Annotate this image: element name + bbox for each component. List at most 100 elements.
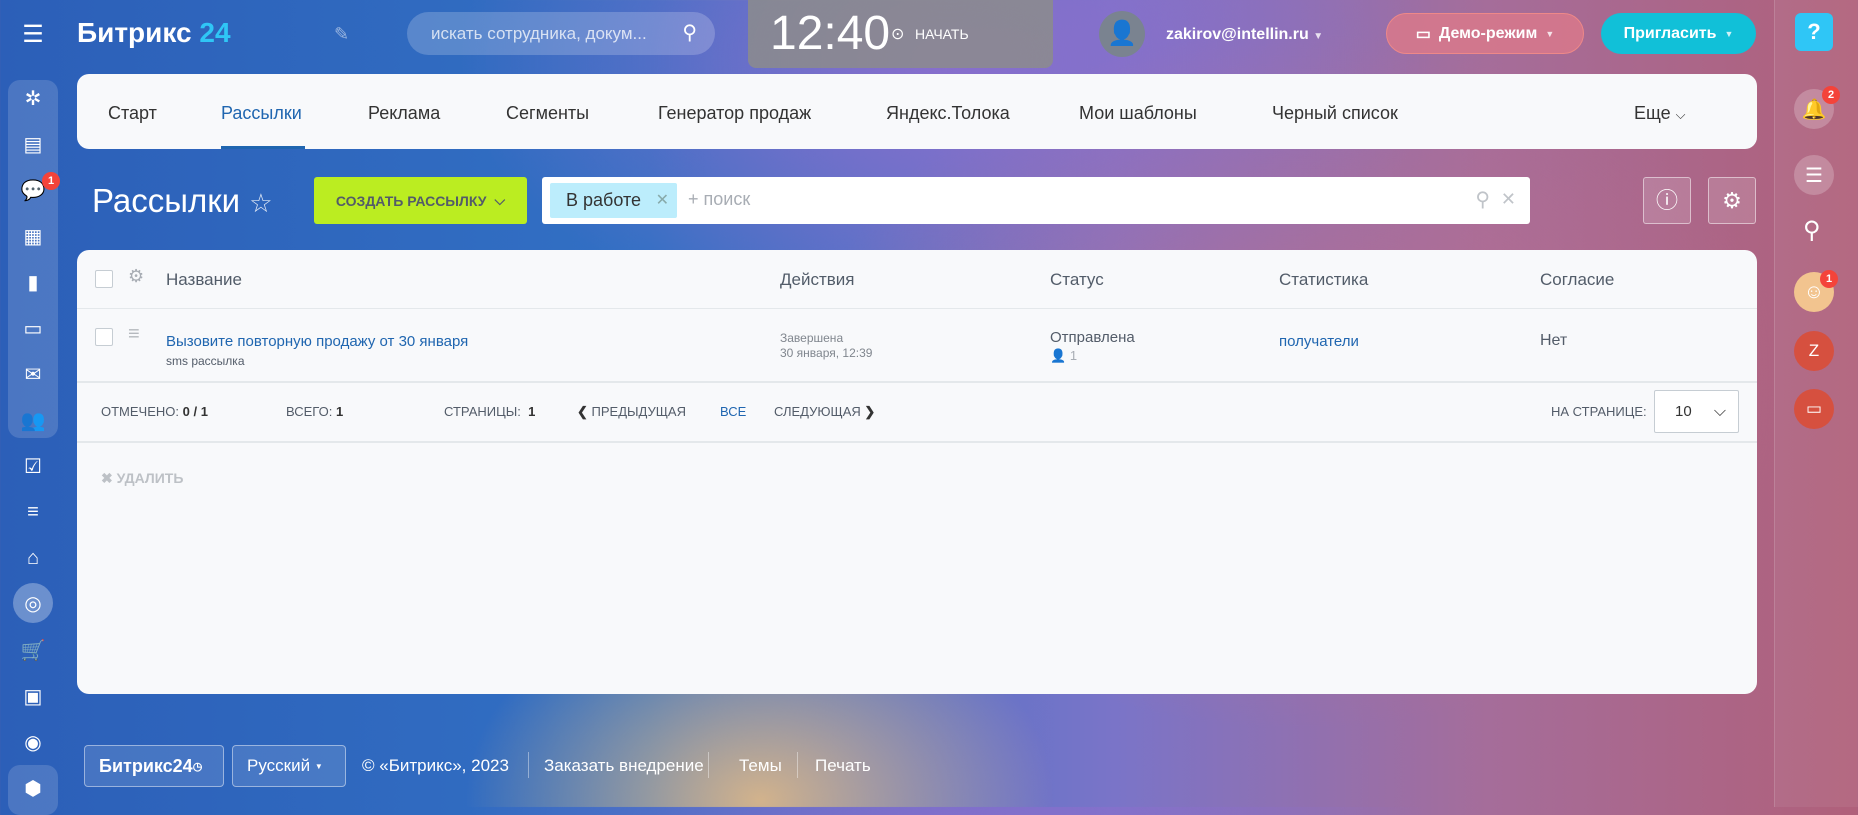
column-header-stats[interactable]: Статистика <box>1279 270 1368 290</box>
tab-ads[interactable]: Реклама <box>368 103 440 124</box>
create-mailing-button[interactable]: СОЗДАТЬ РАССЫЛКУ ⌵ <box>314 177 527 224</box>
demo-mode-button[interactable]: ▭ Демо-режим ▼ <box>1386 13 1584 54</box>
search-icon[interactable]: ⚲ <box>1803 216 1821 245</box>
prev-label: ПРЕДЫДУЩАЯ <box>591 404 686 419</box>
groups-icon[interactable]: 👥 <box>17 404 49 436</box>
search-icon[interactable]: ⚲ <box>1475 187 1490 212</box>
pages-count: СТРАНИЦЫ: 1 <box>444 404 535 419</box>
separator <box>708 752 709 778</box>
search-placeholder: искать сотрудника, докум... <box>431 24 647 43</box>
user-initial-avatar[interactable]: Z <box>1794 331 1834 371</box>
start-workday-button[interactable]: НАЧАТЬ <box>915 26 969 42</box>
clock-mini-icon: ◷ <box>192 760 203 773</box>
user-initial: Z <box>1808 341 1820 360</box>
crm-funnel-icon[interactable]: ≡ <box>17 496 49 528</box>
tasks-board-icon[interactable]: ▤ <box>17 128 49 160</box>
global-search-input[interactable]: искать сотрудника, докум... ⚲ <box>407 12 715 55</box>
messenger-icon[interactable]: ☰ <box>1794 155 1834 195</box>
prev-page-button[interactable]: ❮ ПРЕДЫДУЩАЯ <box>577 404 686 420</box>
tab-segments[interactable]: Сегменты <box>506 103 589 124</box>
all-pages-button[interactable]: ВСЕ <box>720 404 746 419</box>
total-label: ВСЕГО: <box>286 404 333 419</box>
logo[interactable]: Битрикс 24 <box>77 17 231 49</box>
screen-share-icon[interactable]: ▭ <box>1794 389 1834 429</box>
tab-my-templates[interactable]: Мои шаблоны <box>1079 103 1197 124</box>
avatar-badge: 1 <box>1820 270 1838 288</box>
next-page-button[interactable]: СЛЕДУЮЩАЯ ❯ <box>774 404 875 420</box>
work-day-widget[interactable]: 12:40 ⊙ НАЧАТЬ <box>748 0 1053 68</box>
delete-button[interactable]: ✖ УДАЛИТЬ <box>101 470 183 487</box>
copyright: © «Битрикс», 2023 <box>362 756 509 775</box>
mail-icon[interactable]: ✉ <box>17 358 49 390</box>
tab-start[interactable]: Старт <box>108 103 157 124</box>
clear-icon[interactable]: ✕ <box>1501 189 1516 210</box>
clock: 12:40 <box>770 7 891 60</box>
logo-text: Битрикс <box>77 17 192 48</box>
contact-card-icon[interactable]: ▣ <box>17 680 49 712</box>
recipients-count-value: 1 <box>1069 348 1078 363</box>
tab-mailings[interactable]: Рассылки <box>221 103 302 124</box>
chevron-down-icon: ▼ <box>314 761 323 771</box>
row-checkbox[interactable] <box>95 328 113 346</box>
per-page-value: 10 <box>1675 403 1692 420</box>
language-select[interactable]: Русский ▼ <box>232 745 346 787</box>
mailing-name-link[interactable]: Вызовите повторную продажу от 30 января <box>166 333 468 350</box>
print-link[interactable]: Печать <box>815 756 871 776</box>
document-icon[interactable]: ▮ <box>17 266 49 298</box>
edit-pencil-icon[interactable]: ✎ <box>334 24 349 45</box>
pages-label: СТРАНИЦЫ: <box>444 404 521 419</box>
order-implementation-link[interactable]: Заказать внедрение <box>544 756 704 776</box>
remove-tag-icon[interactable]: ✕ <box>656 183 669 218</box>
user-menu[interactable]: zakirov@intellin.ru ▼ <box>1166 26 1323 44</box>
info-alert-button[interactable]: ⓘ <box>1643 177 1691 224</box>
chevron-down-icon: ▼ <box>1545 28 1555 39</box>
column-header-consent[interactable]: Согласие <box>1540 270 1614 290</box>
robot-icon[interactable]: ◉ <box>17 726 49 758</box>
separator <box>528 752 529 778</box>
tab-more[interactable]: Еще ⌵ <box>1634 103 1686 124</box>
settings-gear-button[interactable]: ⚙ <box>1708 177 1756 224</box>
checked-value: 0 / 1 <box>182 404 208 419</box>
menu-icon[interactable]: ☰ <box>17 18 49 50</box>
user-avatar[interactable]: 👤 <box>1099 11 1145 57</box>
store-icon[interactable]: ⌂ <box>17 542 49 574</box>
tab-blacklist[interactable]: Черный список <box>1272 103 1398 124</box>
page-title: Рассылки ☆ <box>92 182 273 220</box>
column-header-status[interactable]: Статус <box>1050 270 1104 290</box>
per-page-select[interactable]: 10 ⌵ <box>1654 390 1739 433</box>
separator <box>797 752 798 778</box>
calendar-icon[interactable]: ▦ <box>17 220 49 252</box>
apps-box-icon[interactable]: ⬢ <box>17 772 49 804</box>
star-icon[interactable]: ☆ <box>249 188 272 218</box>
table-row: ≡ Вызовите повторную продажу от 30 январ… <box>77 309 1757 381</box>
invite-label: Пригласить <box>1623 24 1717 42</box>
select-all-checkbox[interactable] <box>95 270 113 288</box>
filter-tag[interactable]: В работе ✕ <box>550 183 678 218</box>
column-header-actions[interactable]: Действия <box>780 270 854 290</box>
task-check-icon[interactable]: ☑ <box>17 450 49 482</box>
marketing-target-icon[interactable]: ◎ <box>13 583 53 623</box>
themes-link[interactable]: Темы <box>739 756 782 776</box>
play-icon: ⊙ <box>891 26 905 43</box>
column-header-name[interactable]: Название <box>166 270 242 290</box>
chevron-down-icon: ▼ <box>1724 28 1734 39</box>
search-icon[interactable]: ⚲ <box>682 12 697 55</box>
tab-yandex-toloka[interactable]: Яндекс.Толока <box>886 103 1010 124</box>
recipients-link[interactable]: получатели <box>1279 333 1359 350</box>
logo-number: 24 <box>199 17 231 48</box>
total-value: 1 <box>335 404 344 419</box>
feed-icon[interactable]: ✲ <box>17 82 49 114</box>
invite-button[interactable]: Пригласить ▼ <box>1601 13 1756 54</box>
shop-cart-icon[interactable]: 🛒 <box>17 634 49 666</box>
gear-icon[interactable]: ⚙ <box>128 266 144 287</box>
bitrix24-brand-button[interactable]: Битрикс24 ◷ <box>84 745 224 787</box>
action-date: 30 января, 12:39 <box>780 346 873 360</box>
help-icon[interactable]: ? <box>1795 13 1833 51</box>
drive-icon[interactable]: ▭ <box>17 312 49 344</box>
tab-sales-generator[interactable]: Генератор продаж <box>658 103 811 124</box>
pages-value: 1 <box>528 404 536 419</box>
tab-more-label: Еще <box>1634 103 1671 123</box>
row-menu-icon[interactable]: ≡ <box>128 323 140 346</box>
language-label: Русский <box>247 756 311 775</box>
filter-search-input[interactable]: В работе ✕ + поиск ⚲ ✕ <box>542 177 1530 224</box>
